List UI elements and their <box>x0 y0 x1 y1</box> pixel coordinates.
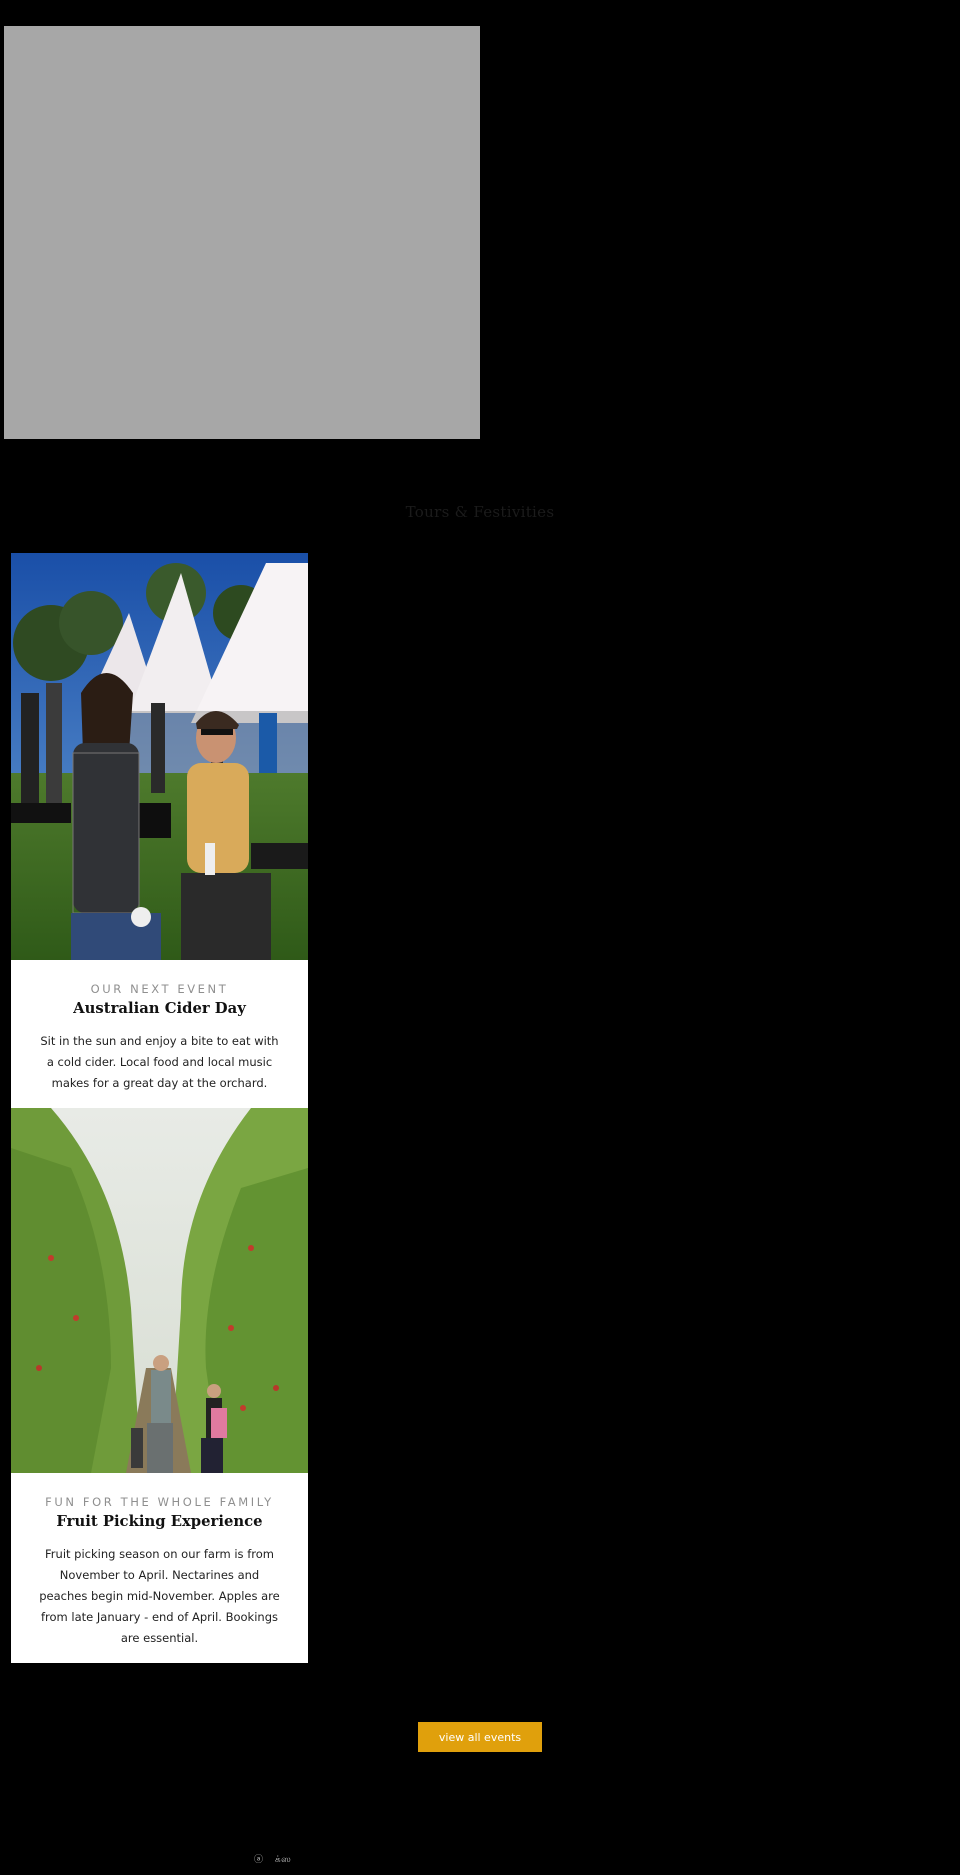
fruit-picking-photo-icon <box>11 1108 308 1473</box>
footer-mini-text: ⓐ க்ஸ <box>254 1852 299 1866</box>
event-card-fruit-picking[interactable]: FUN FOR THE WHOLE FAMILY Fruit Picking E… <box>11 1108 308 1663</box>
page: Tours & Festivities OUR NEXT EVENT Austr… <box>0 0 960 1875</box>
section-title: Tours & Festivities <box>405 503 555 521</box>
cider-day-photo-icon <box>11 553 308 960</box>
hero-image-placeholder <box>4 26 480 439</box>
event-description: Fruit picking season on our farm is from… <box>39 1547 280 1645</box>
event-eyebrow: OUR NEXT EVENT <box>90 982 229 996</box>
event-title[interactable]: Australian Cider Day <box>39 1000 280 1017</box>
view-all-events-button[interactable]: view all events <box>418 1722 542 1752</box>
event-card-body: OUR NEXT EVENT Australian Cider Day Sit … <box>11 960 308 1108</box>
fruit-picking-photo <box>11 1108 308 1473</box>
event-card-body: FUN FOR THE WHOLE FAMILY Fruit Picking E… <box>11 1473 308 1663</box>
footer-mini-right: க்ஸ <box>274 1855 292 1865</box>
event-eyebrow: FUN FOR THE WHOLE FAMILY <box>45 1495 274 1509</box>
event-title[interactable]: Fruit Picking Experience <box>39 1513 280 1530</box>
cider-day-photo <box>11 553 308 960</box>
event-card-cider-day[interactable]: OUR NEXT EVENT Australian Cider Day Sit … <box>11 553 308 1108</box>
footer-mini-left: ⓐ <box>254 1855 264 1865</box>
event-description: Sit in the sun and enjoy a bite to eat w… <box>40 1034 279 1090</box>
